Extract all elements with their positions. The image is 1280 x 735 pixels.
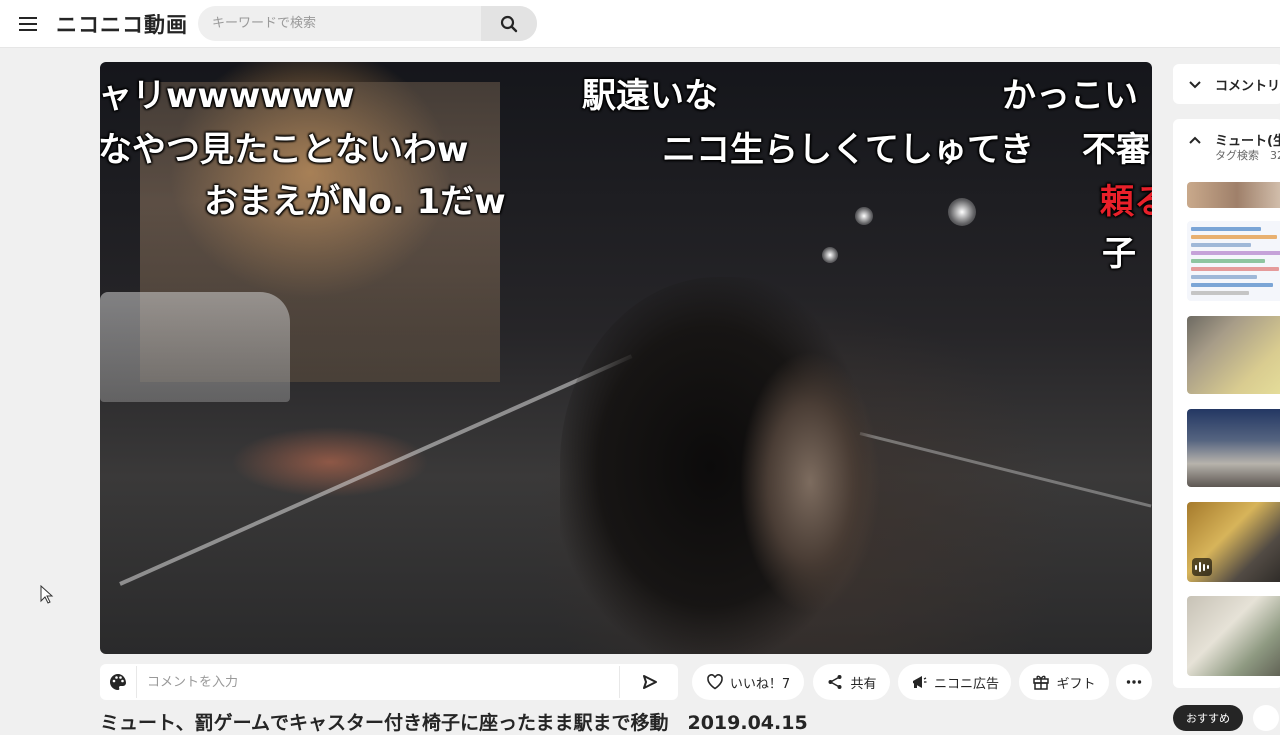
thumbnail-text-line [1191, 291, 1249, 295]
thumbnail-text-line [1191, 227, 1261, 231]
mouse-cursor-icon [40, 585, 54, 604]
video-thumbnail[interactable] [1187, 221, 1280, 301]
video-thumbnail[interactable] [1187, 502, 1280, 582]
side-panel-toggle[interactable] [1253, 705, 1279, 731]
nicoad-button[interactable]: ニコニ広告 [898, 664, 1011, 700]
search-bar [198, 6, 537, 41]
hamburger-menu-icon[interactable] [16, 12, 42, 36]
send-icon [643, 675, 657, 689]
search-icon [500, 15, 518, 32]
video-frame-face [740, 342, 890, 654]
search-input[interactable] [198, 6, 480, 41]
video-frame-car [100, 292, 290, 402]
chevron-up-icon[interactable] [1187, 133, 1203, 149]
audio-wave-icon [1192, 558, 1212, 576]
gift-icon [1033, 675, 1050, 690]
danmaku-comment: ャリwwwwww [100, 76, 355, 116]
megaphone-icon [912, 676, 927, 688]
comment-bar [100, 664, 678, 700]
thumbnail-text-line [1191, 267, 1279, 271]
danmaku-comment: なやつ見たことないわw [100, 130, 469, 170]
video-title: ミュート、罰ゲームでキャスター付き椅子に座ったまま駅まで移動 2019.04.1… [100, 712, 808, 734]
danmaku-comment: 頼る [1100, 182, 1152, 222]
mute-panel-subtitle: タグ検索 32 [1215, 149, 1280, 162]
heart-icon [707, 674, 723, 690]
video-thumbnail[interactable] [1187, 409, 1280, 487]
thumbnail-text-line [1191, 259, 1265, 263]
video-thumbnail[interactable] [1187, 182, 1280, 208]
gift-label: ギフト [1056, 676, 1096, 692]
chevron-down-icon [1189, 81, 1201, 89]
video-player[interactable]: ャリwwwwww 駅遠いな かっこい なやつ見たことないわw ニコ生らしくてしゅ… [100, 62, 1152, 654]
thumbnail-text-line [1191, 283, 1273, 287]
thumbnail-text-line [1191, 235, 1277, 239]
more-options-button[interactable] [1116, 664, 1152, 700]
danmaku-comment: ニコ生らしくてしゅてき [662, 130, 1034, 170]
thumbnail-text-line [1191, 243, 1251, 247]
danmaku-comment: 子 [1102, 234, 1136, 274]
thumbnail-text-line [1191, 275, 1257, 279]
like-label: いいね！7 [729, 676, 791, 692]
mute-series-panel: ミュート(生 タグ検索 32 [1173, 119, 1280, 688]
share-icon [828, 675, 842, 689]
video-frame-street-light [822, 247, 838, 263]
danmaku-comment: おまえがNo. 1だw [204, 182, 506, 222]
more-dots-icon [1126, 680, 1142, 684]
like-button[interactable]: いいね！7 [692, 664, 804, 700]
comment-command-button[interactable] [100, 664, 136, 700]
top-header: ニコニコ動画 [0, 0, 1280, 48]
comment-send-button[interactable] [622, 664, 678, 700]
comment-input[interactable] [136, 666, 620, 698]
tab-recommended[interactable]: おすすめ [1173, 705, 1243, 731]
video-thumbnail[interactable] [1187, 316, 1280, 394]
video-thumbnail[interactable] [1187, 596, 1280, 676]
video-frame-street-light [948, 198, 976, 226]
site-logo[interactable]: ニコニコ動画 [56, 9, 188, 39]
nicoad-label: ニコニ広告 [933, 676, 999, 692]
comment-list-label: コメントリスト [1215, 79, 1280, 94]
video-frame-street-light [855, 207, 873, 225]
danmaku-comment: 駅遠いな [582, 76, 718, 116]
search-button[interactable] [481, 6, 537, 41]
gift-button[interactable]: ギフト [1019, 664, 1109, 700]
palette-icon [110, 674, 126, 690]
comment-list-panel[interactable]: コメントリスト [1173, 64, 1280, 104]
share-label: 共有 [850, 676, 877, 692]
danmaku-comment: かっこい [1002, 76, 1138, 116]
share-button[interactable]: 共有 [813, 664, 890, 700]
video-frame-road-line [859, 432, 1152, 508]
danmaku-comment: 不審 [1082, 130, 1150, 170]
thumbnail-text-line [1191, 251, 1280, 255]
